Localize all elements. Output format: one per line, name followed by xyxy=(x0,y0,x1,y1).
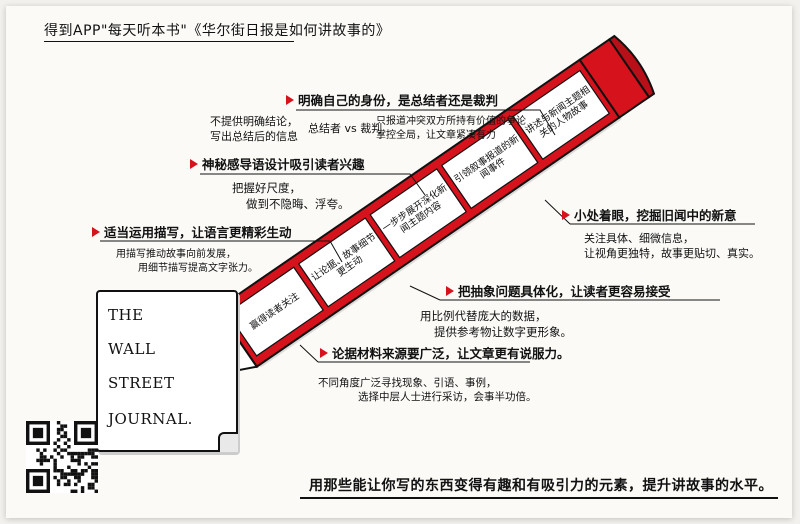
identity-left-note: 不提供明确结论， 写出总结后的信息 xyxy=(210,115,298,145)
red-triangle-icon xyxy=(562,209,570,220)
mystery-note-line: 做到不隐晦、浮夸。 xyxy=(246,196,350,211)
node-mystery-text: 神秘感导语设计吸引读者兴趣 xyxy=(202,157,365,172)
red-triangle-icon xyxy=(320,347,328,358)
evidence-note-line: 不同角度广泛寻找现象、引语、事例， xyxy=(318,377,497,389)
detail-note: 关注具体、细微信息， 让视角更独特，故事更贴切、真实。 xyxy=(584,232,760,262)
connector-abstract-link xyxy=(409,285,441,301)
journal-line: WALL xyxy=(108,340,156,358)
mystery-note: 把握好尺度， 做到不隐晦、浮夸。 xyxy=(232,181,350,212)
description-note: 用描写推动故事向前发展， 用细节描写提高文字张力。 xyxy=(116,248,258,275)
qr-code-icon[interactable] xyxy=(26,421,98,493)
node-identity-text: 明确自己的身份，是总结者还是裁判 xyxy=(298,93,499,108)
red-triangle-icon xyxy=(446,285,454,296)
identity-right-note-line: 只报道冲突双方所持有价值的争论 xyxy=(376,116,526,127)
node-description-text: 适当运用描写，让语言更精彩生动 xyxy=(104,225,292,240)
wall-street-journal-paper: THE WALL STREET JOURNAL. xyxy=(96,290,238,452)
identity-left-note-line: 不提供明确结论， xyxy=(210,115,298,128)
connector-evidence-link xyxy=(299,344,319,363)
mystery-note-line: 把握好尺度， xyxy=(232,181,301,195)
red-triangle-icon xyxy=(190,158,198,169)
red-triangle-icon xyxy=(92,226,100,237)
abstract-note-line: 用比例代替庞大的数据， xyxy=(420,309,547,323)
node-detail-text: 小处着眼，挖掘旧闻中的新意 xyxy=(574,208,737,223)
evidence-note: 不同角度广泛寻找现象、引语、事例， 选择中层人士进行采访，会事半功倍。 xyxy=(318,376,537,404)
node-evidence-heading: 论据材料来源要广泛，让文章更有说服力。 xyxy=(320,343,570,362)
node-abstract-heading: 把抽象问题具体化，让读者更容易接受 xyxy=(446,281,671,300)
identity-right-note: 只报道冲突双方所持有价值的争论 掌控全局，让文章紧凑有力 xyxy=(376,115,526,142)
abstract-note: 用比例代替庞大的数据， 提供参考物让数字更形象。 xyxy=(420,309,572,340)
abstract-note-line: 提供参考物让数字更形象。 xyxy=(434,324,572,339)
description-note-line: 用描写推动故事向前发展， xyxy=(116,249,236,260)
bottom-summary: 用那些能让你写的东西变得有趣和有吸引力的元素，提升讲故事的水平。 xyxy=(309,478,773,494)
journal-line: STREET xyxy=(108,374,175,392)
node-description-heading: 适当运用描写，让语言更精彩生动 xyxy=(92,222,292,241)
identity-mid-note: 总结者 vs 裁判 xyxy=(308,122,383,135)
bottom-underline xyxy=(300,497,778,499)
node-evidence-text: 论据材料来源要广泛，让文章更有说服力。 xyxy=(332,346,570,361)
node-detail-heading: 小处着眼，挖掘旧闻中的新意 xyxy=(562,205,737,224)
node-abstract-text: 把抽象问题具体化，让读者更容易接受 xyxy=(458,284,671,299)
journal-line: JOURNAL. xyxy=(108,410,193,428)
node-mystery-heading: 神秘感导语设计吸引读者兴趣 xyxy=(190,154,365,173)
detail-note-line: 关注具体、细微信息， xyxy=(584,232,694,245)
identity-left-note-line: 写出总结后的信息 xyxy=(210,129,298,143)
mindmap-page: 得到APP"每天听本书"《华尔街日报是如何讲故事的》 赢得读者关注 让论据、故事细… xyxy=(0,0,800,524)
journal-line: THE xyxy=(108,306,144,324)
node-identity-heading: 明确自己的身份，是总结者还是裁判 xyxy=(286,90,498,109)
page-curl-icon xyxy=(218,432,238,452)
description-note-line: 用细节描写提高文字张力。 xyxy=(138,262,258,274)
detail-note-line: 让视角更独特，故事更贴切、真实。 xyxy=(584,246,760,260)
red-triangle-icon xyxy=(286,94,294,105)
evidence-note-line: 选择中层人士进行采访，会事半功倍。 xyxy=(358,391,537,404)
identity-right-note-line: 掌控全局，让文章紧凑有力 xyxy=(376,129,496,141)
